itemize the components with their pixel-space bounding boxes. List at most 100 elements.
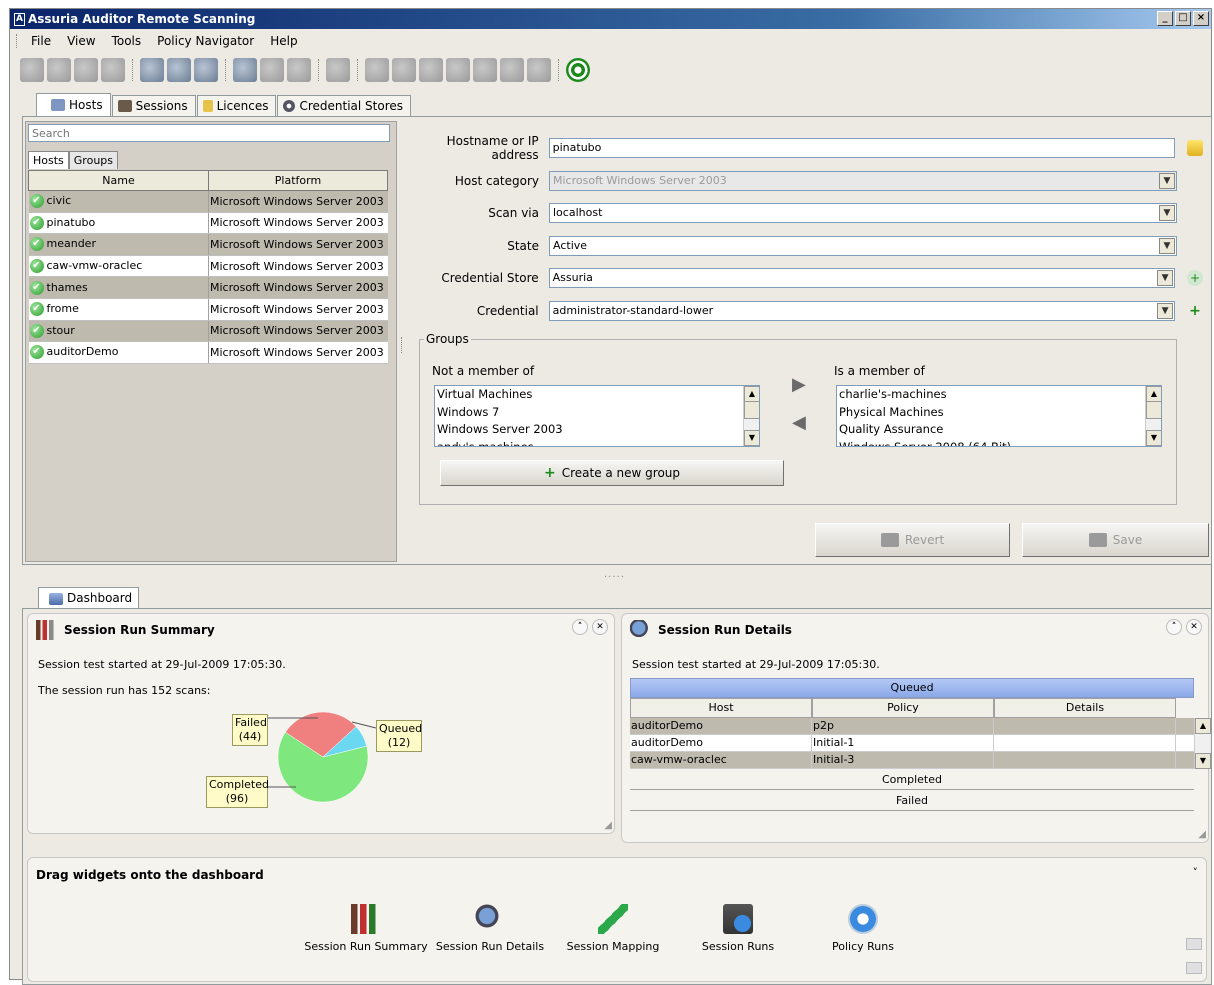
host-scan-icon[interactable] bbox=[47, 58, 71, 82]
failed-section-header[interactable]: Failed bbox=[630, 790, 1194, 811]
horizontal-splitter[interactable]: ..... bbox=[604, 569, 625, 580]
credential-delete-icon[interactable] bbox=[527, 58, 551, 82]
menu-help[interactable]: Help bbox=[262, 34, 305, 48]
member-list[interactable]: charlie's-machines Physical Machines Qua… bbox=[836, 385, 1162, 447]
menu-policy-navigator[interactable]: Policy Navigator bbox=[149, 34, 262, 48]
queued-section-header[interactable]: Queued bbox=[630, 678, 1194, 698]
scrollbar[interactable]: ▲ ▼ bbox=[1194, 718, 1211, 769]
scrollbar[interactable]: ▲ ▼ bbox=[1145, 386, 1161, 446]
store-add-icon[interactable] bbox=[392, 58, 416, 82]
subtab-hosts[interactable]: Hosts bbox=[28, 151, 69, 169]
state-select[interactable]: Active ▼ bbox=[549, 236, 1177, 256]
chevron-down-icon[interactable]: ▼ bbox=[1159, 238, 1175, 254]
chevron-down-icon[interactable]: ▼ bbox=[1157, 270, 1174, 286]
remove-from-group-arrow-icon[interactable]: ◀ bbox=[792, 412, 806, 433]
table-row[interactable]: ✔ caw-vmw-oraclec Microsoft Windows Serve… bbox=[28, 255, 388, 278]
table-row[interactable]: ✔ pinatubo Microsoft Windows Server 2003 bbox=[28, 212, 388, 235]
credential-add-icon[interactable] bbox=[500, 58, 524, 82]
table-row[interactable]: caw-vmw-oraclec Initial-3 bbox=[630, 752, 1194, 769]
list-item[interactable]: Physical Machines bbox=[837, 404, 1161, 422]
close-icon[interactable]: ✕ bbox=[1186, 619, 1202, 635]
add-credential-icon[interactable]: + bbox=[1187, 303, 1203, 319]
column-host[interactable]: Host bbox=[630, 698, 812, 718]
scroll-thumb[interactable] bbox=[744, 401, 759, 419]
tab-hosts[interactable]: Hosts bbox=[36, 93, 111, 116]
credential-select[interactable]: administrator-standard-lower ▼ bbox=[548, 301, 1176, 321]
run-scan-icon[interactable] bbox=[566, 58, 590, 82]
menu-view[interactable]: View bbox=[59, 34, 103, 48]
menu-tools[interactable]: Tools bbox=[104, 34, 150, 48]
list-item[interactable]: Quality Assurance bbox=[837, 421, 1161, 439]
scroll-down-icon[interactable]: ▼ bbox=[744, 430, 759, 446]
table-row[interactable]: ✔ frome Microsoft Windows Server 2003 bbox=[28, 298, 388, 321]
hostname-input[interactable]: pinatubo bbox=[548, 138, 1176, 158]
column-details[interactable]: Details bbox=[994, 698, 1176, 718]
list-item[interactable]: Virtual Machines bbox=[435, 386, 759, 404]
delete-host-icon[interactable] bbox=[194, 58, 218, 82]
host-lookup-icon[interactable] bbox=[1187, 140, 1203, 156]
host-remove-icon[interactable] bbox=[101, 58, 125, 82]
table-row[interactable]: ✔ auditorDemo Microsoft Windows Server 20… bbox=[28, 341, 388, 364]
store-delete-icon[interactable] bbox=[446, 58, 470, 82]
add-store-icon[interactable]: + bbox=[1187, 270, 1203, 286]
scroll-thumb[interactable] bbox=[1146, 401, 1161, 419]
store-icon[interactable] bbox=[365, 58, 389, 82]
scroll-up-icon[interactable] bbox=[1186, 938, 1202, 950]
list-item[interactable]: Windows Server 2003 bbox=[435, 421, 759, 439]
host-icon[interactable] bbox=[20, 58, 44, 82]
table-row[interactable]: ✔ stour Microsoft Windows Server 2003 bbox=[28, 320, 388, 343]
table-row[interactable]: auditorDemo Initial-1 bbox=[630, 735, 1194, 752]
collapse-icon[interactable]: ˄ bbox=[1166, 619, 1182, 635]
list-item[interactable]: andy's machines bbox=[435, 439, 759, 447]
list-item[interactable]: Windows Server 2008 (64 Bit) bbox=[837, 439, 1161, 447]
credential-icon[interactable] bbox=[473, 58, 497, 82]
maximize-button[interactable]: □ bbox=[1175, 11, 1191, 26]
table-row[interactable]: ✔ thames Microsoft Windows Server 2003 bbox=[28, 276, 388, 299]
chevron-down-icon[interactable]: ▼ bbox=[1159, 205, 1175, 221]
palette-session-runs[interactable]: Session Runs bbox=[688, 904, 788, 953]
scroll-down-icon[interactable]: ▼ bbox=[1146, 430, 1161, 446]
add-host-icon[interactable] bbox=[140, 58, 164, 82]
menu-file[interactable]: File bbox=[23, 34, 59, 48]
table-row[interactable]: ✔ civic Microsoft Windows Server 2003 bbox=[28, 190, 388, 213]
tab-licences[interactable]: Licences bbox=[196, 95, 277, 116]
revert-button[interactable]: Revert bbox=[815, 523, 1010, 557]
scroll-down-icon[interactable] bbox=[1186, 962, 1202, 974]
palette-session-mapping[interactable]: Session Mapping bbox=[558, 904, 668, 953]
licence-icon[interactable] bbox=[326, 58, 350, 82]
completed-section-header[interactable]: Completed bbox=[630, 769, 1194, 790]
table-row[interactable]: ✔ meander Microsoft Windows Server 2003 bbox=[28, 233, 388, 256]
resize-grip-icon[interactable]: ◢ bbox=[1198, 829, 1206, 840]
tab-dashboard[interactable]: Dashboard bbox=[38, 587, 140, 609]
scrollbar[interactable]: ▲ ▼ bbox=[743, 386, 759, 446]
table-row[interactable]: auditorDemo p2p bbox=[630, 718, 1194, 735]
add-to-group-arrow-icon[interactable]: ▶ bbox=[792, 374, 806, 395]
column-policy[interactable]: Policy bbox=[812, 698, 994, 718]
expand-icon[interactable]: ˅ bbox=[1193, 866, 1199, 879]
credstore-select[interactable]: Assuria ▼ bbox=[548, 268, 1176, 288]
list-item[interactable]: charlie's-machines bbox=[837, 386, 1161, 404]
not-member-list[interactable]: Virtual Machines Windows 7 Windows Serve… bbox=[434, 385, 760, 447]
save-button[interactable]: Save bbox=[1022, 523, 1209, 557]
column-platform[interactable]: Platform bbox=[208, 170, 388, 191]
close-button[interactable]: × bbox=[1193, 11, 1209, 26]
scroll-up-icon[interactable]: ▲ bbox=[744, 386, 759, 402]
tab-credential-stores[interactable]: Credential Stores bbox=[277, 95, 412, 116]
create-group-button[interactable]: + Create a new group bbox=[440, 460, 784, 486]
host-edit-icon[interactable] bbox=[74, 58, 98, 82]
edit-session-icon[interactable] bbox=[260, 58, 284, 82]
delete-session-icon[interactable] bbox=[287, 58, 311, 82]
list-item[interactable]: Windows 7 bbox=[435, 404, 759, 422]
palette-session-run-summary[interactable]: Session Run Summary bbox=[304, 904, 428, 953]
minimize-button[interactable]: _ bbox=[1157, 11, 1173, 26]
palette-session-run-details[interactable]: Session Run Details bbox=[430, 904, 550, 953]
scanvia-select[interactable]: localhost ▼ bbox=[549, 203, 1177, 223]
chevron-down-icon[interactable]: ▼ bbox=[1157, 303, 1174, 319]
add-session-icon[interactable] bbox=[233, 58, 257, 82]
column-name[interactable]: Name bbox=[28, 170, 209, 191]
scroll-up-icon[interactable]: ▲ bbox=[1146, 386, 1161, 402]
scroll-down-icon[interactable]: ▼ bbox=[1195, 753, 1211, 769]
subtab-groups[interactable]: Groups bbox=[68, 151, 119, 169]
scroll-up-icon[interactable]: ▲ bbox=[1195, 718, 1211, 734]
palette-policy-runs[interactable]: Policy Runs bbox=[818, 904, 908, 953]
